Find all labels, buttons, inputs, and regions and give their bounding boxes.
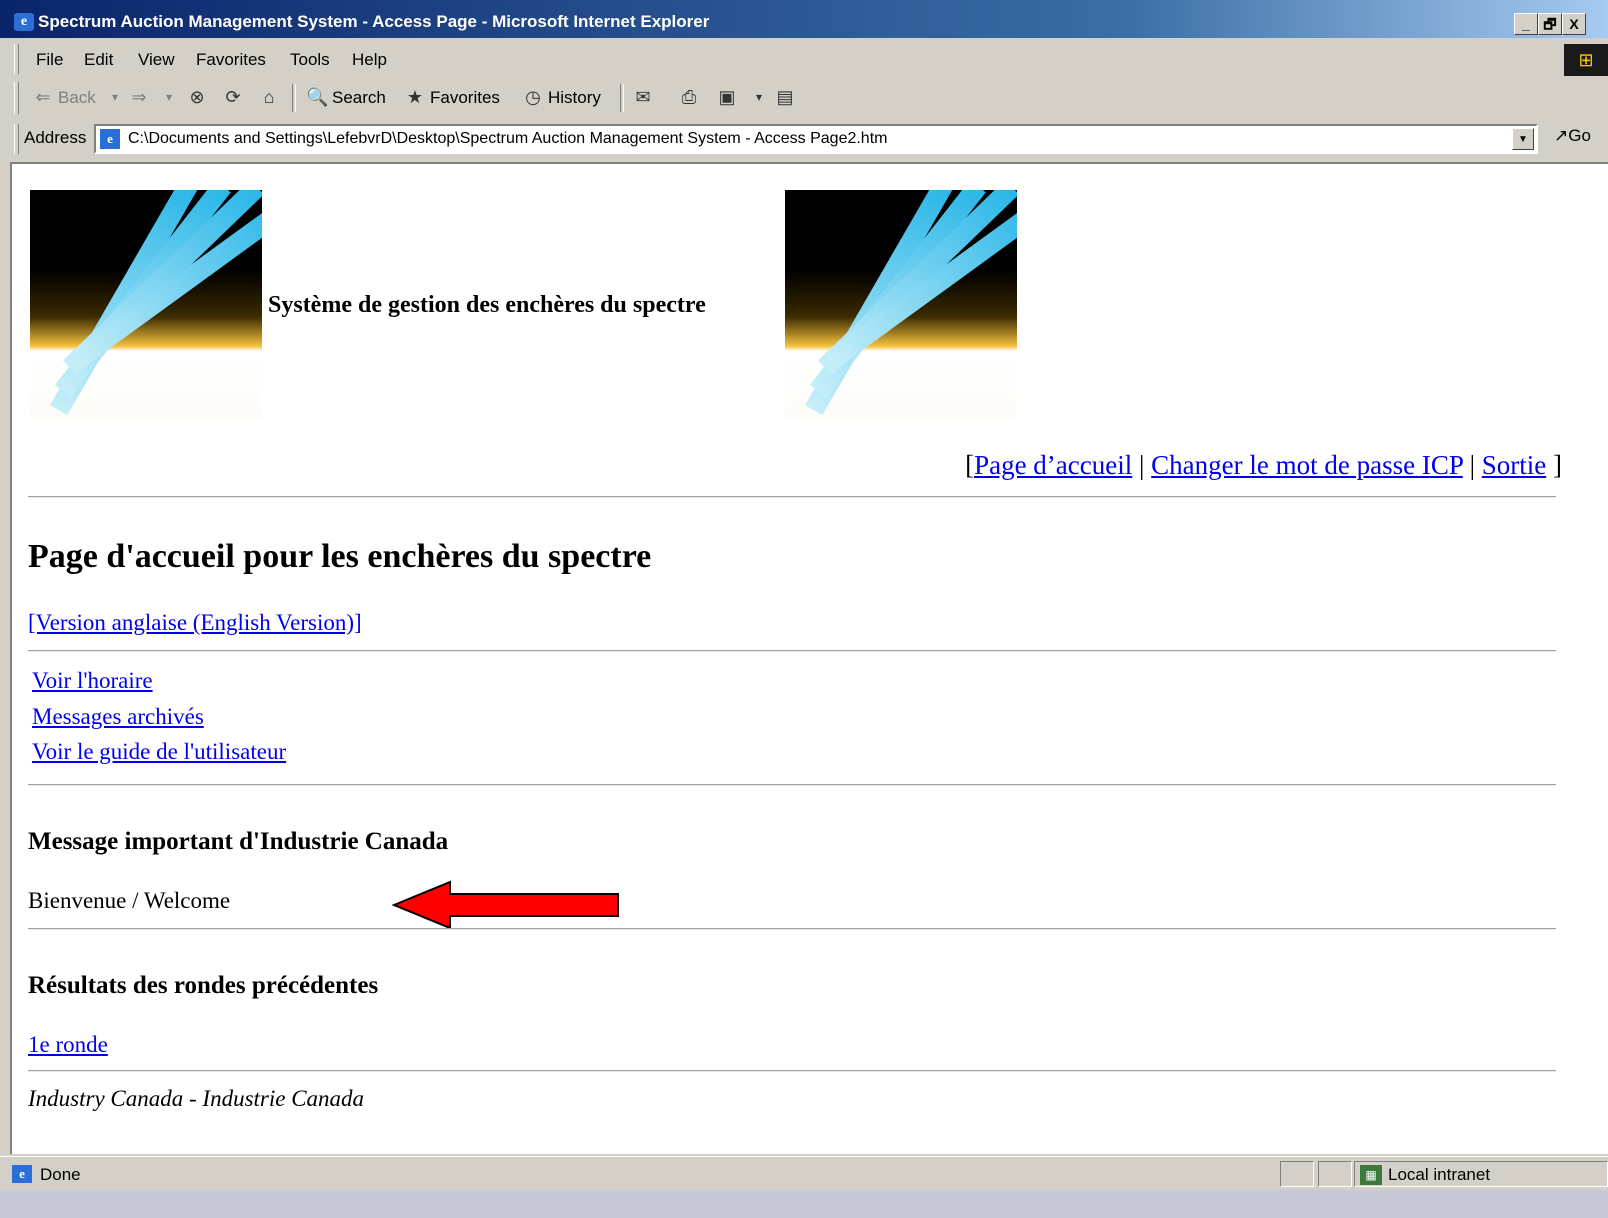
print-icon[interactable]: ⎙ (678, 86, 700, 108)
address-grip (14, 124, 19, 154)
page-icon: e (100, 129, 120, 149)
favorites-button[interactable]: Favorites (430, 88, 500, 108)
status-panel (1280, 1161, 1314, 1187)
toolbar: ⇐ Back ▾ ⇒ ▾ ⊗ ⟳ ⌂ 🔍 Search ★ Favorites … (0, 78, 1608, 119)
menu-file[interactable]: File (36, 50, 63, 70)
page-status-icon: e (12, 1165, 32, 1183)
message-heading: Message important d'Industrie Canada (28, 828, 449, 855)
page-content: Système de gestion des enchères du spect… (10, 162, 1608, 1154)
archived-messages-link[interactable]: Messages archivés (32, 704, 204, 730)
menu-edit[interactable]: Edit (84, 50, 113, 70)
home-icon[interactable]: ⌂ (258, 86, 280, 108)
divider (28, 496, 1556, 498)
page-title: Page d'accueil pour les enchères du spec… (28, 538, 652, 575)
status-bar: e Done ▦ Local intranet (0, 1156, 1608, 1191)
results-heading: Résultats des rondes précédentes (28, 972, 379, 999)
address-bar: Address e ▼ ↗Go (0, 118, 1608, 160)
toolbar-separator (620, 84, 624, 112)
go-arrow-icon: ↗ (1554, 126, 1569, 145)
footer-text: Industry Canada - Industrie Canada (28, 1086, 365, 1111)
minimize-button[interactable]: _ (1514, 13, 1538, 35)
title-bar: e Spectrum Auction Management System - A… (0, 0, 1608, 38)
divider (28, 784, 1556, 786)
restore-button[interactable]: 🗗 (1538, 13, 1562, 35)
refresh-icon[interactable]: ⟳ (222, 86, 244, 108)
window-title: Spectrum Auction Management System - Acc… (38, 12, 710, 31)
edit-icon[interactable]: ▣ (716, 86, 738, 108)
red-arrow-icon (392, 880, 619, 930)
status-text: Done (40, 1165, 81, 1184)
menu-bar: File Edit View Favorites Tools Help ⊞ (0, 40, 1608, 79)
forward-arrow-icon[interactable]: ⇒ (128, 86, 150, 108)
forward-dropdown-icon[interactable]: ▾ (158, 86, 180, 108)
banner-title: Système de gestion des enchères du spect… (268, 292, 706, 318)
nav-separator: | (1462, 450, 1482, 480)
schedule-link[interactable]: Voir l'horaire (32, 668, 153, 694)
menu-tools[interactable]: Tools (290, 50, 330, 70)
status-panel (1318, 1161, 1352, 1187)
search-button[interactable]: Search (332, 88, 386, 108)
search-icon[interactable]: 🔍 (306, 86, 328, 108)
menu-help[interactable]: Help (352, 50, 387, 70)
history-icon[interactable]: ◷ (522, 86, 544, 108)
banner-image-right (785, 190, 1017, 420)
mail-icon[interactable]: ✉ (632, 86, 654, 108)
user-guide-link[interactable]: Voir le guide de l'utilisateur (32, 739, 286, 765)
discuss-icon[interactable]: ▤ (774, 86, 796, 108)
back-dropdown-icon[interactable]: ▾ (104, 86, 126, 108)
go-label: Go (1568, 126, 1591, 145)
nav-link-change-password[interactable]: Changer le mot de passe ICP (1151, 450, 1463, 480)
english-version-link[interactable]: [Version anglaise (English Version)] (28, 610, 362, 636)
menu-view[interactable]: View (138, 50, 175, 70)
divider (28, 1070, 1556, 1072)
menu-grip (14, 44, 19, 74)
menu-favorites[interactable]: Favorites (196, 50, 266, 70)
favorites-icon[interactable]: ★ (404, 86, 426, 108)
divider (28, 928, 1556, 930)
address-label: Address (24, 128, 87, 147)
go-button[interactable]: ↗Go (1554, 126, 1591, 146)
close-button[interactable]: X (1562, 13, 1586, 35)
nav-link-home[interactable]: Page d’accueil (974, 450, 1132, 480)
address-field[interactable]: e ▼ (94, 124, 1538, 154)
nav-bracket-open: [ (965, 450, 975, 480)
history-button[interactable]: History (548, 88, 601, 108)
windows-logo-icon: ⊞ (1564, 44, 1608, 76)
top-nav: [Page d’accueil | Changer le mot de pass… (965, 450, 1562, 481)
divider (28, 650, 1556, 652)
welcome-message: Bienvenue / Welcome (28, 888, 231, 913)
address-input[interactable] (128, 130, 1488, 148)
address-dropdown-icon[interactable]: ▼ (1512, 128, 1534, 150)
intranet-icon: ▦ (1360, 1165, 1382, 1185)
round-1-link[interactable]: 1e ronde (28, 1032, 108, 1058)
toolbar-separator (292, 84, 296, 112)
ie-icon: e (14, 13, 34, 31)
zone-text: Local intranet (1388, 1165, 1491, 1184)
banner-image-left (30, 190, 262, 420)
back-button[interactable]: Back (58, 88, 96, 108)
back-arrow-icon[interactable]: ⇐ (32, 86, 54, 108)
stop-icon[interactable]: ⊗ (186, 86, 208, 108)
edit-dropdown-icon[interactable]: ▾ (748, 86, 770, 108)
desktop-strip (0, 1190, 1608, 1218)
nav-bracket-close: ] (1546, 450, 1562, 480)
nav-link-exit[interactable]: Sortie (1482, 450, 1547, 480)
toolbar-grip (14, 82, 19, 114)
nav-separator: | (1132, 450, 1152, 480)
